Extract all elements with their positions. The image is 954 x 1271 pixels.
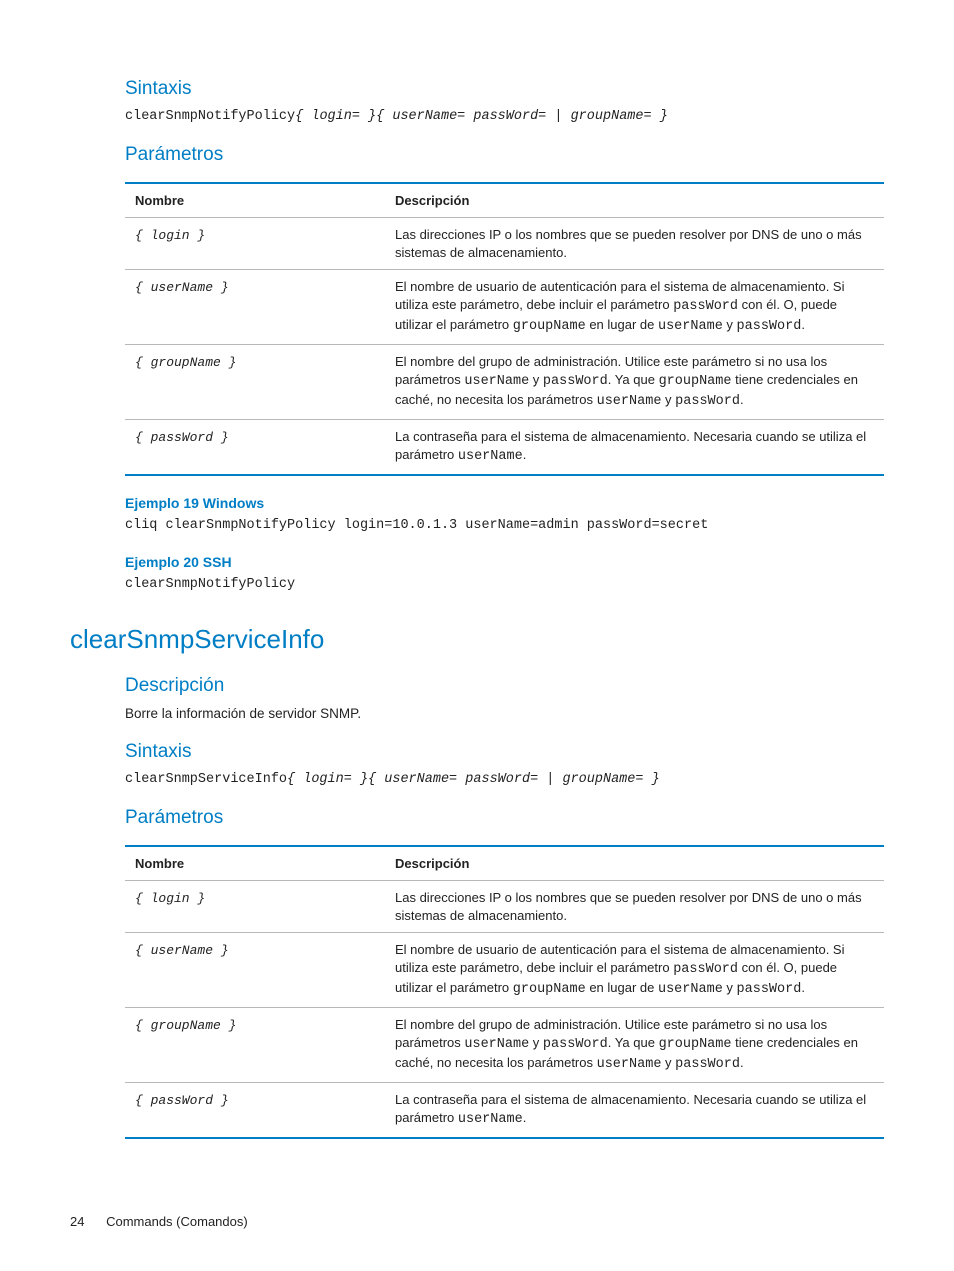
table-row: { login } Las direcciones IP o los nombre… [125, 218, 884, 270]
table-row: { passWord } La contraseña para el sistem… [125, 1083, 884, 1138]
table-row: { login } Las direcciones IP o los nombre… [125, 881, 884, 933]
params-tbody-1: { login } Las direcciones IP o los nombre… [125, 218, 884, 475]
th-desc: Descripción [385, 183, 884, 218]
param-name: { passWord } [135, 430, 229, 445]
param-desc-cell: El nombre de usuario de autenticación pa… [385, 270, 884, 345]
description-text: Borre la información de servidor SNMP. [125, 705, 884, 723]
param-name: { passWord } [135, 1093, 229, 1108]
param-name: { userName } [135, 280, 229, 295]
param-desc-cell: Las direcciones IP o los nombres que se … [385, 218, 884, 270]
th-name-2: Nombre [125, 846, 385, 881]
param-name: { groupName } [135, 355, 236, 370]
param-desc-cell: El nombre del grupo de administración. U… [385, 345, 884, 420]
heading-sintaxis: Sintaxis [125, 76, 884, 102]
heading-parametros: Parámetros [125, 142, 884, 168]
param-name: { userName } [135, 943, 229, 958]
example-heading-19: Ejemplo 19 Windows [125, 494, 884, 513]
page-number: 24 [70, 1214, 84, 1229]
param-desc-cell: La contraseña para el sistema de almacen… [385, 1083, 884, 1138]
param-name-cell: { groupName } [125, 1008, 385, 1083]
param-name-cell: { userName } [125, 270, 385, 345]
params-table-2: Nombre Descripción { login } Las direccio… [125, 845, 884, 1139]
th-name: Nombre [125, 183, 385, 218]
table-row: { userName } El nombre de usuario de aute… [125, 933, 884, 1008]
th-desc-2: Descripción [385, 846, 884, 881]
table-row: { passWord } La contraseña para el sistem… [125, 420, 884, 475]
syntax-cmd: clearSnmpNotifyPolicy [125, 109, 295, 124]
example-heading-20: Ejemplo 20 SSH [125, 553, 884, 572]
param-name: { groupName } [135, 1018, 236, 1033]
param-name: { login } [135, 891, 205, 906]
command-title: clearSnmpServiceInfo [70, 622, 884, 657]
section-clearSnmpServiceInfo: Descripción Borre la información de serv… [125, 673, 884, 1139]
param-desc-cell: El nombre de usuario de autenticación pa… [385, 933, 884, 1008]
params-table-1: Nombre Descripción { login } Las direccio… [125, 182, 884, 476]
param-name-cell: { login } [125, 881, 385, 933]
table-row: { groupName } El nombre del grupo de admi… [125, 1008, 884, 1083]
syntax-opts: { login= }{ userName= passWord= | groupN… [295, 109, 668, 124]
table-row: { groupName } El nombre del grupo de admi… [125, 345, 884, 420]
syntax-line-2: clearSnmpServiceInfo{ login= }{ userName… [125, 771, 884, 789]
param-name-cell: { login } [125, 218, 385, 270]
footer-section: Commands (Comandos) [106, 1214, 248, 1229]
example-code-19: cliq clearSnmpNotifyPolicy login=10.0.1.… [125, 517, 884, 535]
heading-sintaxis-2: Sintaxis [125, 739, 884, 765]
param-desc-cell: La contraseña para el sistema de almacen… [385, 420, 884, 475]
page-footer: 24 Commands (Comandos) [70, 1213, 248, 1231]
param-name-cell: { passWord } [125, 420, 385, 475]
heading-parametros-2: Parámetros [125, 805, 884, 831]
param-name-cell: { passWord } [125, 1083, 385, 1138]
param-desc-cell: El nombre del grupo de administración. U… [385, 1008, 884, 1083]
param-name-cell: { userName } [125, 933, 385, 1008]
table-row: { userName } El nombre de usuario de aute… [125, 270, 884, 345]
param-name: { login } [135, 228, 205, 243]
param-desc-cell: Las direcciones IP o los nombres que se … [385, 881, 884, 933]
example-code-20: clearSnmpNotifyPolicy [125, 576, 884, 594]
params-tbody-2: { login } Las direcciones IP o los nombre… [125, 881, 884, 1138]
section-clearSnmpNotifyPolicy: Sintaxis clearSnmpNotifyPolicy{ login= }… [125, 76, 884, 594]
param-name-cell: { groupName } [125, 345, 385, 420]
syntax-cmd-2: clearSnmpServiceInfo [125, 772, 287, 787]
syntax-opts-2: { login= }{ userName= passWord= | groupN… [287, 772, 660, 787]
heading-descripcion: Descripción [125, 673, 884, 699]
syntax-line: clearSnmpNotifyPolicy{ login= }{ userNam… [125, 108, 884, 126]
